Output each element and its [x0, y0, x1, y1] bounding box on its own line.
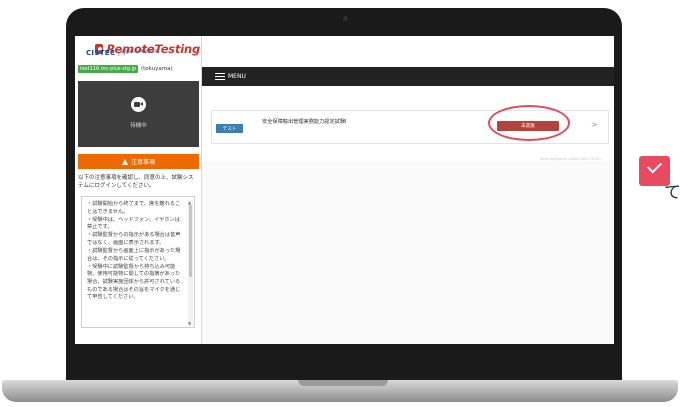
user-info: test116.mc-plus-stg.jp (tokuyama) [78, 65, 173, 73]
exam-type-badge: テスト [216, 124, 243, 133]
notice-item: ・受験中に試験監督から持ち込み可能物、使用可能物に関しての指摘があった場合、試験… [87, 263, 181, 301]
notice-item: ・試験開始から終了まで、席を離れることはできません。 [87, 201, 181, 215]
laptop-notch [298, 380, 388, 386]
scroll-down-arrow-icon[interactable]: ▼ [188, 321, 191, 326]
org-logo-subtext: 一般財団法人 安全保障貿易情報センター [117, 48, 158, 56]
camera-status: 待機中 [130, 123, 147, 129]
checkmark-icon [639, 156, 670, 186]
org-logo-text: CISTEC [86, 49, 116, 57]
warning-icon [121, 158, 128, 165]
webcam-dot [343, 16, 348, 21]
laptop-screen: RemoteTesting test116.mc-plus-stg.jp (to… [75, 36, 614, 344]
notice-item: ・受験中は、ヘッドフォン、イヤホンは禁止です。 [87, 216, 180, 231]
chevron-right-icon[interactable]: > [591, 120, 598, 129]
notice-intro: 以下の注意事項を確認し、同意の上、試験システムにログインしてください。 [78, 175, 194, 189]
footer-note: Ness Intelligence Global-Office (2024) [540, 157, 601, 161]
content-background [202, 161, 614, 344]
menu-label[interactable]: MENU [228, 73, 246, 80]
video-camera-icon [131, 97, 146, 112]
notice-scrollbar[interactable]: ▲ ▼ [188, 200, 193, 326]
camera-preview: 待機中 [78, 81, 199, 147]
notice-title: 注意事項 [130, 159, 155, 166]
scroll-thumb[interactable] [189, 205, 192, 277]
page: RemoteTesting test116.mc-plus-stg.jp (to… [0, 0, 680, 407]
user-badge: test116.mc-plus-stg.jp [78, 65, 139, 73]
highlight-ellipse [488, 105, 570, 141]
notice-header: 注意事項 [78, 154, 199, 169]
notice-scroll-box[interactable]: ・試験開始から終了まで、席を離れることはできません。 ・受験中は、ヘッドフォン、… [81, 196, 195, 328]
user-name: (tokuyama) [140, 66, 173, 72]
notice-item: ・試験監督からの指示がある場合は音声ではなく、画面に表示されます。 [87, 232, 181, 246]
side-caption: て [664, 183, 680, 203]
laptop-lower-bezel [66, 344, 622, 380]
notice-list: ・試験開始から終了まで、席を離れることはできません。 ・受験中は、ヘッドフォン、… [87, 201, 185, 302]
left-panel: RemoteTesting test116.mc-plus-stg.jp (to… [75, 36, 202, 344]
exam-title: 安全保障輸出管理実務能力認定試験Ⅰ [262, 119, 347, 125]
org-logo: CISTEC 一般財団法人 安全保障貿易情報センター [86, 47, 159, 59]
notice-item: ・試験監督から画面上に指示があった場合は、その指示に従ってください。 [87, 248, 181, 262]
hamburger-menu-icon[interactable] [215, 73, 225, 80]
menu-bar[interactable]: MENU [202, 67, 614, 86]
